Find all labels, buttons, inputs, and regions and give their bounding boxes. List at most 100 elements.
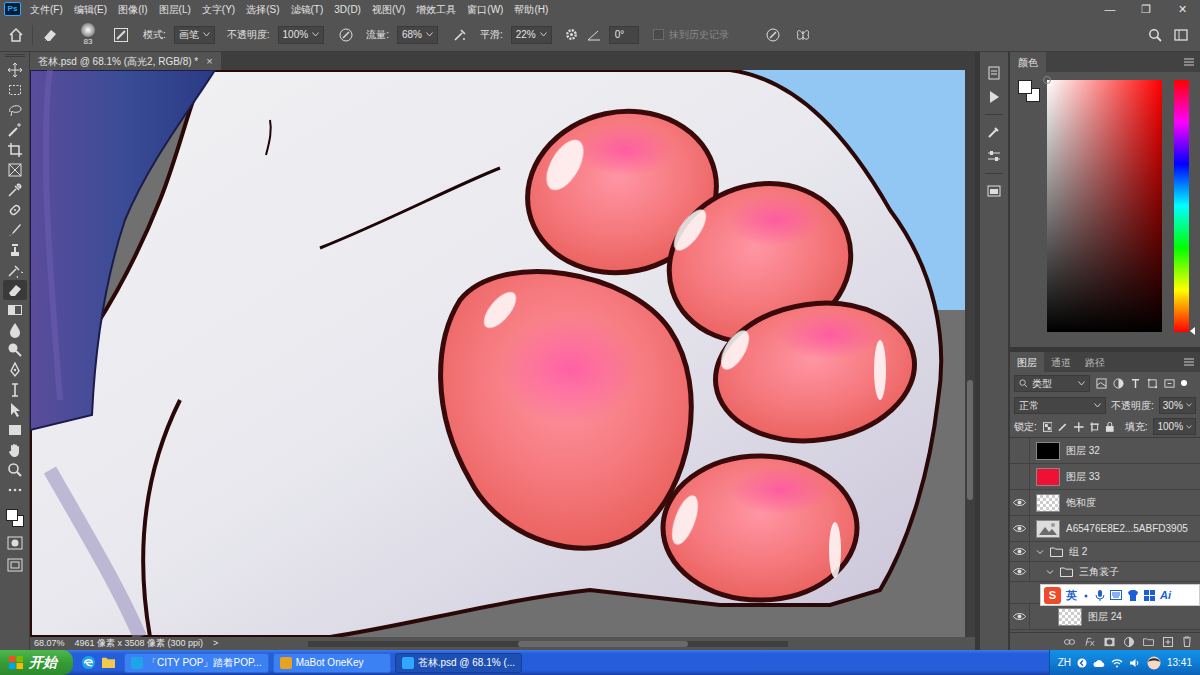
layers-panel-tab[interactable]: 通道: [1044, 352, 1078, 372]
gear-icon[interactable]: [564, 27, 579, 42]
punctuation-icon[interactable]: [1082, 591, 1090, 599]
user-avatar-icon[interactable]: [1147, 656, 1161, 670]
shape-filter-icon[interactable]: [1147, 378, 1158, 389]
volume-icon[interactable]: [1129, 658, 1141, 668]
menu-item[interactable]: 编辑(E): [71, 2, 110, 17]
lock-all-icon[interactable]: [1105, 422, 1115, 432]
start-button[interactable]: 开始: [0, 650, 73, 675]
document-tab[interactable]: 苍林.psd @ 68.1% (高光2, RGB/8) * ×: [30, 52, 221, 70]
menu-item[interactable]: 文字(Y): [199, 2, 238, 17]
menu-item[interactable]: 图像(I): [115, 2, 150, 17]
lock-move-icon[interactable]: [1074, 422, 1084, 432]
menu-item[interactable]: 视图(V): [369, 2, 408, 17]
blur-tool[interactable]: [3, 320, 27, 340]
visibility-toggle[interactable]: [1010, 542, 1030, 561]
zoom-tool[interactable]: [3, 460, 27, 480]
lock-paint-icon[interactable]: [1058, 422, 1068, 432]
menu-item[interactable]: 窗口(W): [464, 2, 506, 17]
fill-field[interactable]: 100%: [1153, 418, 1196, 435]
close-tab-button[interactable]: ×: [206, 53, 212, 70]
scrollbar-thumb[interactable]: [967, 380, 973, 500]
new-layer-icon[interactable]: [1163, 637, 1173, 647]
foreground-background-swatch[interactable]: [1018, 80, 1042, 104]
folder-icon[interactable]: [101, 656, 116, 669]
keyboard-icon[interactable]: [1110, 590, 1122, 600]
expand-chevron-icon[interactable]: [1036, 548, 1044, 556]
layer-row[interactable]: 饱和度: [1010, 490, 1200, 516]
close-button[interactable]: ✕: [1164, 0, 1200, 18]
link-icon[interactable]: [1064, 638, 1075, 646]
expand-chevron-icon[interactable]: [1046, 568, 1054, 576]
history-brush-tool[interactable]: [3, 260, 27, 280]
brush-tool[interactable]: [3, 220, 27, 240]
rectangle-tool[interactable]: [3, 420, 27, 440]
erase-to-history-checkbox[interactable]: [653, 29, 664, 40]
quick-mask-icon[interactable]: [7, 536, 23, 550]
layers-panel-tab[interactable]: 路径: [1078, 352, 1112, 372]
frame-tool[interactable]: [3, 160, 27, 180]
eyedropper-tool[interactable]: [3, 180, 27, 200]
layer-style-icon[interactable]: [1084, 637, 1095, 647]
mode-select[interactable]: 画笔: [174, 26, 215, 44]
adjustment-layer-icon[interactable]: [1124, 637, 1134, 647]
eraser-tool[interactable]: [3, 280, 27, 300]
color-swatches[interactable]: [5, 508, 25, 528]
adjustments-icon[interactable]: [987, 149, 1001, 163]
layer-opacity-field[interactable]: 30%: [1159, 397, 1196, 414]
visibility-toggle[interactable]: [1010, 604, 1030, 629]
visibility-toggle[interactable]: [1010, 438, 1030, 463]
mask-icon[interactable]: [1104, 637, 1115, 647]
gradient-tool[interactable]: [3, 300, 27, 320]
cloud-icon[interactable]: [1093, 658, 1105, 668]
group-row[interactable]: 组 2: [1010, 542, 1200, 562]
task-button[interactable]: 苍林.psd @ 68.1% (...: [395, 653, 522, 673]
brush-settings-icon[interactable]: [113, 27, 129, 43]
color-tab[interactable]: 颜色: [1010, 52, 1046, 72]
blend-mode-select[interactable]: 正常: [1014, 397, 1106, 414]
panel-menu-icon[interactable]: [1184, 58, 1194, 66]
pixel-filter-icon[interactable]: [1096, 378, 1107, 389]
layer-row[interactable]: 图层 33: [1010, 464, 1200, 490]
task-button[interactable]: MaBot OneKey: [273, 653, 391, 673]
lasso-tool[interactable]: [3, 100, 27, 120]
magic-wand-tool[interactable]: [3, 120, 27, 140]
restore-button[interactable]: ❐: [1128, 0, 1164, 18]
ime-toolbar[interactable]: S 英 Ai: [1040, 584, 1200, 606]
marquee-tool[interactable]: [3, 80, 27, 100]
path-select-tool[interactable]: [3, 400, 27, 420]
task-button[interactable]: 「CITY POP」踏着POP...: [124, 653, 269, 673]
clone-stamp-tool[interactable]: [3, 240, 27, 260]
opacity-field[interactable]: 100%: [278, 26, 325, 44]
more-tools-tool[interactable]: [3, 480, 27, 500]
eraser-icon[interactable]: [41, 27, 59, 43]
angle-field[interactable]: 0°: [609, 26, 639, 44]
app-logo[interactable]: Ps: [4, 2, 21, 16]
lock-pixels-icon[interactable]: [1043, 422, 1053, 432]
history-icon[interactable]: [987, 66, 1001, 80]
menu-item[interactable]: 图层(L): [156, 2, 194, 17]
workspace-icon[interactable]: [1174, 28, 1188, 42]
pressure-opacity-icon[interactable]: [338, 27, 354, 43]
color-field[interactable]: [1047, 80, 1162, 332]
layers-panel-tab[interactable]: 图层: [1010, 352, 1044, 372]
layer-row[interactable]: A65476E8E2...5ABFD3905: [1010, 516, 1200, 542]
clock[interactable]: 13:41: [1167, 655, 1192, 670]
type-filter-icon[interactable]: [1130, 378, 1141, 389]
menu-item[interactable]: 文件(F): [27, 2, 66, 17]
hue-slider[interactable]: [1174, 80, 1189, 332]
ime-ai-button[interactable]: Ai: [1160, 587, 1171, 604]
smart-object-filter-icon[interactable]: [1164, 378, 1175, 389]
move-tool[interactable]: [3, 60, 27, 80]
language-indicator[interactable]: ZH: [1058, 655, 1071, 670]
menu-item[interactable]: 滤镜(T): [288, 2, 327, 17]
layer-row[interactable]: 图层 24: [1010, 604, 1200, 630]
canvas[interactable]: [30, 70, 965, 637]
ime-mode[interactable]: 英: [1066, 587, 1077, 604]
airbrush-icon[interactable]: [452, 27, 468, 43]
properties-icon[interactable]: [987, 184, 1001, 198]
pen-tool[interactable]: [3, 360, 27, 380]
microphone-icon[interactable]: [1095, 589, 1105, 601]
layer-row[interactable]: 图层 32: [1010, 438, 1200, 464]
dodge-tool[interactable]: [3, 340, 27, 360]
group-row[interactable]: 三角裳子: [1010, 562, 1200, 582]
